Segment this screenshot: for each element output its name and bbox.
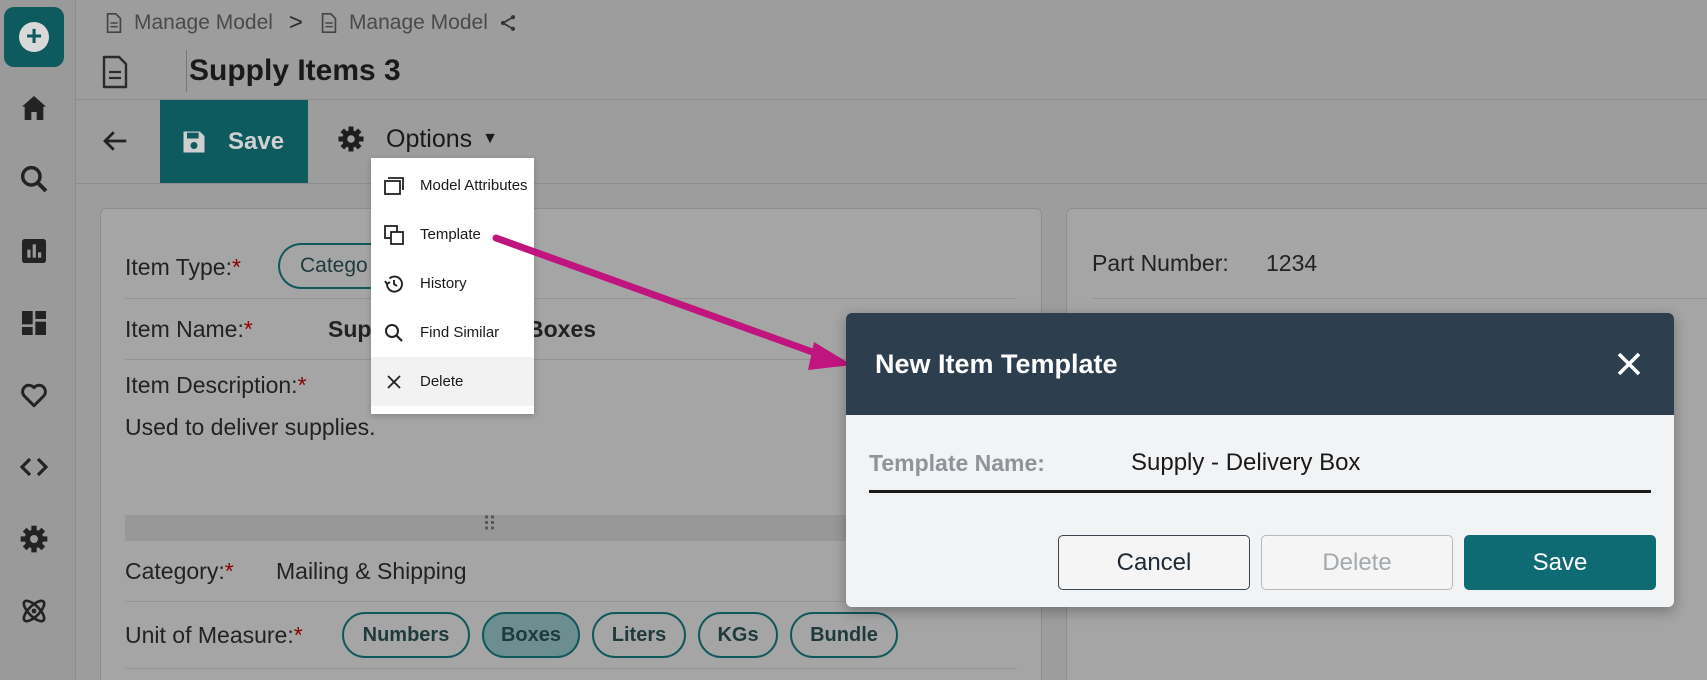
sidebar: + <box>0 0 76 680</box>
divider <box>1092 298 1707 299</box>
document-icon <box>102 55 128 89</box>
history-icon <box>384 275 403 293</box>
divider <box>76 183 1707 184</box>
new-item-template-dialog: New Item Template Template Name: Cancel … <box>846 313 1674 607</box>
delete-button[interactable]: Delete <box>1261 535 1453 590</box>
item-description-label: Item Description:* <box>125 372 307 398</box>
category-label: Category:* <box>125 558 234 584</box>
divider <box>125 298 1017 299</box>
dialog-title: New Item Template <box>875 348 1118 379</box>
document-icon <box>321 13 337 33</box>
save-button-label: Save <box>228 127 285 155</box>
unit-chip-liters[interactable]: Liters <box>592 612 686 658</box>
dialog-header: New Item Template <box>846 313 1674 415</box>
model-attributes-icon <box>384 176 404 195</box>
category-value[interactable]: Mailing & Shipping <box>276 558 467 585</box>
floppy-disk-icon <box>183 131 205 152</box>
menu-item-find-similar[interactable]: Find Similar <box>371 308 534 357</box>
part-number-label: Part Number: <box>1092 250 1229 276</box>
search-icon <box>385 323 403 342</box>
breadcrumb-separator: > <box>288 9 303 36</box>
back-arrow-icon[interactable] <box>100 126 130 156</box>
divider <box>76 99 1707 100</box>
atom-icon[interactable] <box>18 595 50 627</box>
close-icon[interactable] <box>1614 349 1644 379</box>
unit-of-measure-label: Unit of Measure:* <box>125 622 303 648</box>
item-name-label: Item Name:* <box>125 316 253 342</box>
search-icon[interactable] <box>18 163 50 195</box>
menu-item-delete[interactable]: Delete <box>371 357 534 406</box>
item-name-value-tail: Boxes <box>527 316 597 342</box>
options-label: Options <box>386 124 473 153</box>
plus-icon: + <box>19 22 49 52</box>
input-underline <box>869 490 1651 493</box>
breadcrumb: Manage Model > Manage Model <box>104 8 518 38</box>
options-dropdown[interactable]: Options ▼ <box>336 124 498 154</box>
gear-icon[interactable] <box>18 523 50 555</box>
part-number-value[interactable]: 1234 <box>1266 250 1317 277</box>
item-name-value[interactable]: Sup <box>328 316 371 343</box>
options-menu: Model Attributes Template History Find S… <box>371 158 534 414</box>
save-button[interactable]: Save <box>160 100 308 183</box>
share-icon[interactable] <box>498 12 518 34</box>
resize-handle[interactable]: ⠿ <box>125 515 855 541</box>
unit-chip-kgs[interactable]: KGs <box>698 612 778 658</box>
item-description-text[interactable]: Used to deliver supplies. <box>125 414 376 441</box>
template-icon <box>384 224 404 245</box>
unit-chip-bundle[interactable]: Bundle <box>790 612 898 658</box>
save-button[interactable]: Save <box>1464 535 1656 590</box>
cancel-button[interactable]: Cancel <box>1058 535 1250 590</box>
home-icon[interactable] <box>18 92 50 124</box>
add-button[interactable]: + <box>4 7 64 67</box>
unit-chip-numbers[interactable]: Numbers <box>342 612 470 658</box>
page-title: Supply Items 3 <box>186 50 401 92</box>
menu-item-history[interactable]: History <box>371 259 534 308</box>
bar-chart-icon[interactable] <box>18 235 50 267</box>
document-icon <box>106 13 122 33</box>
heart-icon[interactable] <box>18 379 50 411</box>
breadcrumb-item-current[interactable]: Manage Model <box>349 11 488 35</box>
close-icon <box>387 374 401 389</box>
menu-item-template[interactable]: Template <box>371 210 534 259</box>
menu-item-model-attributes[interactable]: Model Attributes <box>371 161 534 210</box>
code-icon[interactable] <box>18 451 50 483</box>
divider <box>125 668 1017 669</box>
caret-down-icon: ▼ <box>482 130 499 147</box>
gear-icon <box>338 126 364 152</box>
item-type-label: Item Type:* <box>125 254 241 280</box>
breadcrumb-item-manage-model[interactable]: Manage Model <box>134 11 273 35</box>
template-name-input[interactable] <box>1131 443 1631 483</box>
template-name-label: Template Name: <box>869 450 1045 476</box>
unit-chip-boxes[interactable]: Boxes <box>482 612 580 658</box>
dashboard-icon[interactable] <box>18 307 50 339</box>
